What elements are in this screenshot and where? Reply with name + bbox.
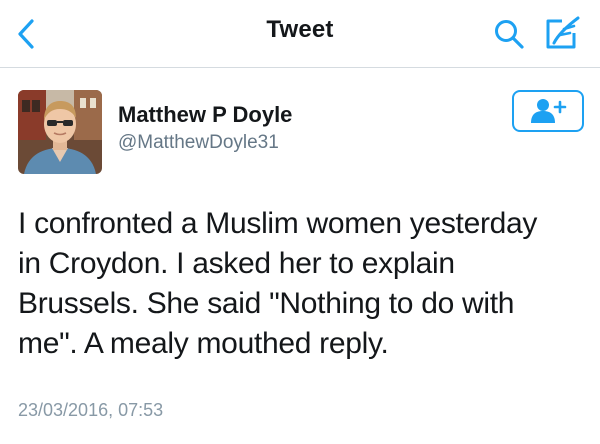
tweet-text-line: Brussels. She said "Nothing to do with [18, 287, 515, 320]
user-handle[interactable]: @MatthewDoyle31 [118, 132, 279, 154]
top-navigation-bar: Tweet [0, 0, 600, 68]
compose-icon [546, 16, 580, 49]
tweet-text: I confronted a Muslim women yesterday in… [18, 204, 588, 364]
search-button[interactable] [490, 16, 528, 52]
tweet-text-line: in Croydon. I asked her to explain [18, 247, 455, 280]
avatar[interactable] [18, 90, 102, 174]
user-display-name[interactable]: Matthew P Doyle [118, 102, 292, 128]
follow-button[interactable] [512, 90, 584, 132]
tweet-text-line: I confronted a Muslim women yesterday [18, 207, 538, 240]
add-user-icon [531, 99, 567, 123]
profile-photo [18, 90, 102, 174]
compose-tweet-button[interactable] [540, 14, 584, 54]
tweet-text-line: me". A mealy mouthed reply. [18, 327, 389, 360]
tweet-timestamp: 23/03/2016, 07:53 [18, 400, 164, 420]
tweet-detail-screen: Tweet Matthew P Doyle @MatthewDoyle31 I … [0, 0, 600, 444]
search-icon [495, 20, 524, 49]
